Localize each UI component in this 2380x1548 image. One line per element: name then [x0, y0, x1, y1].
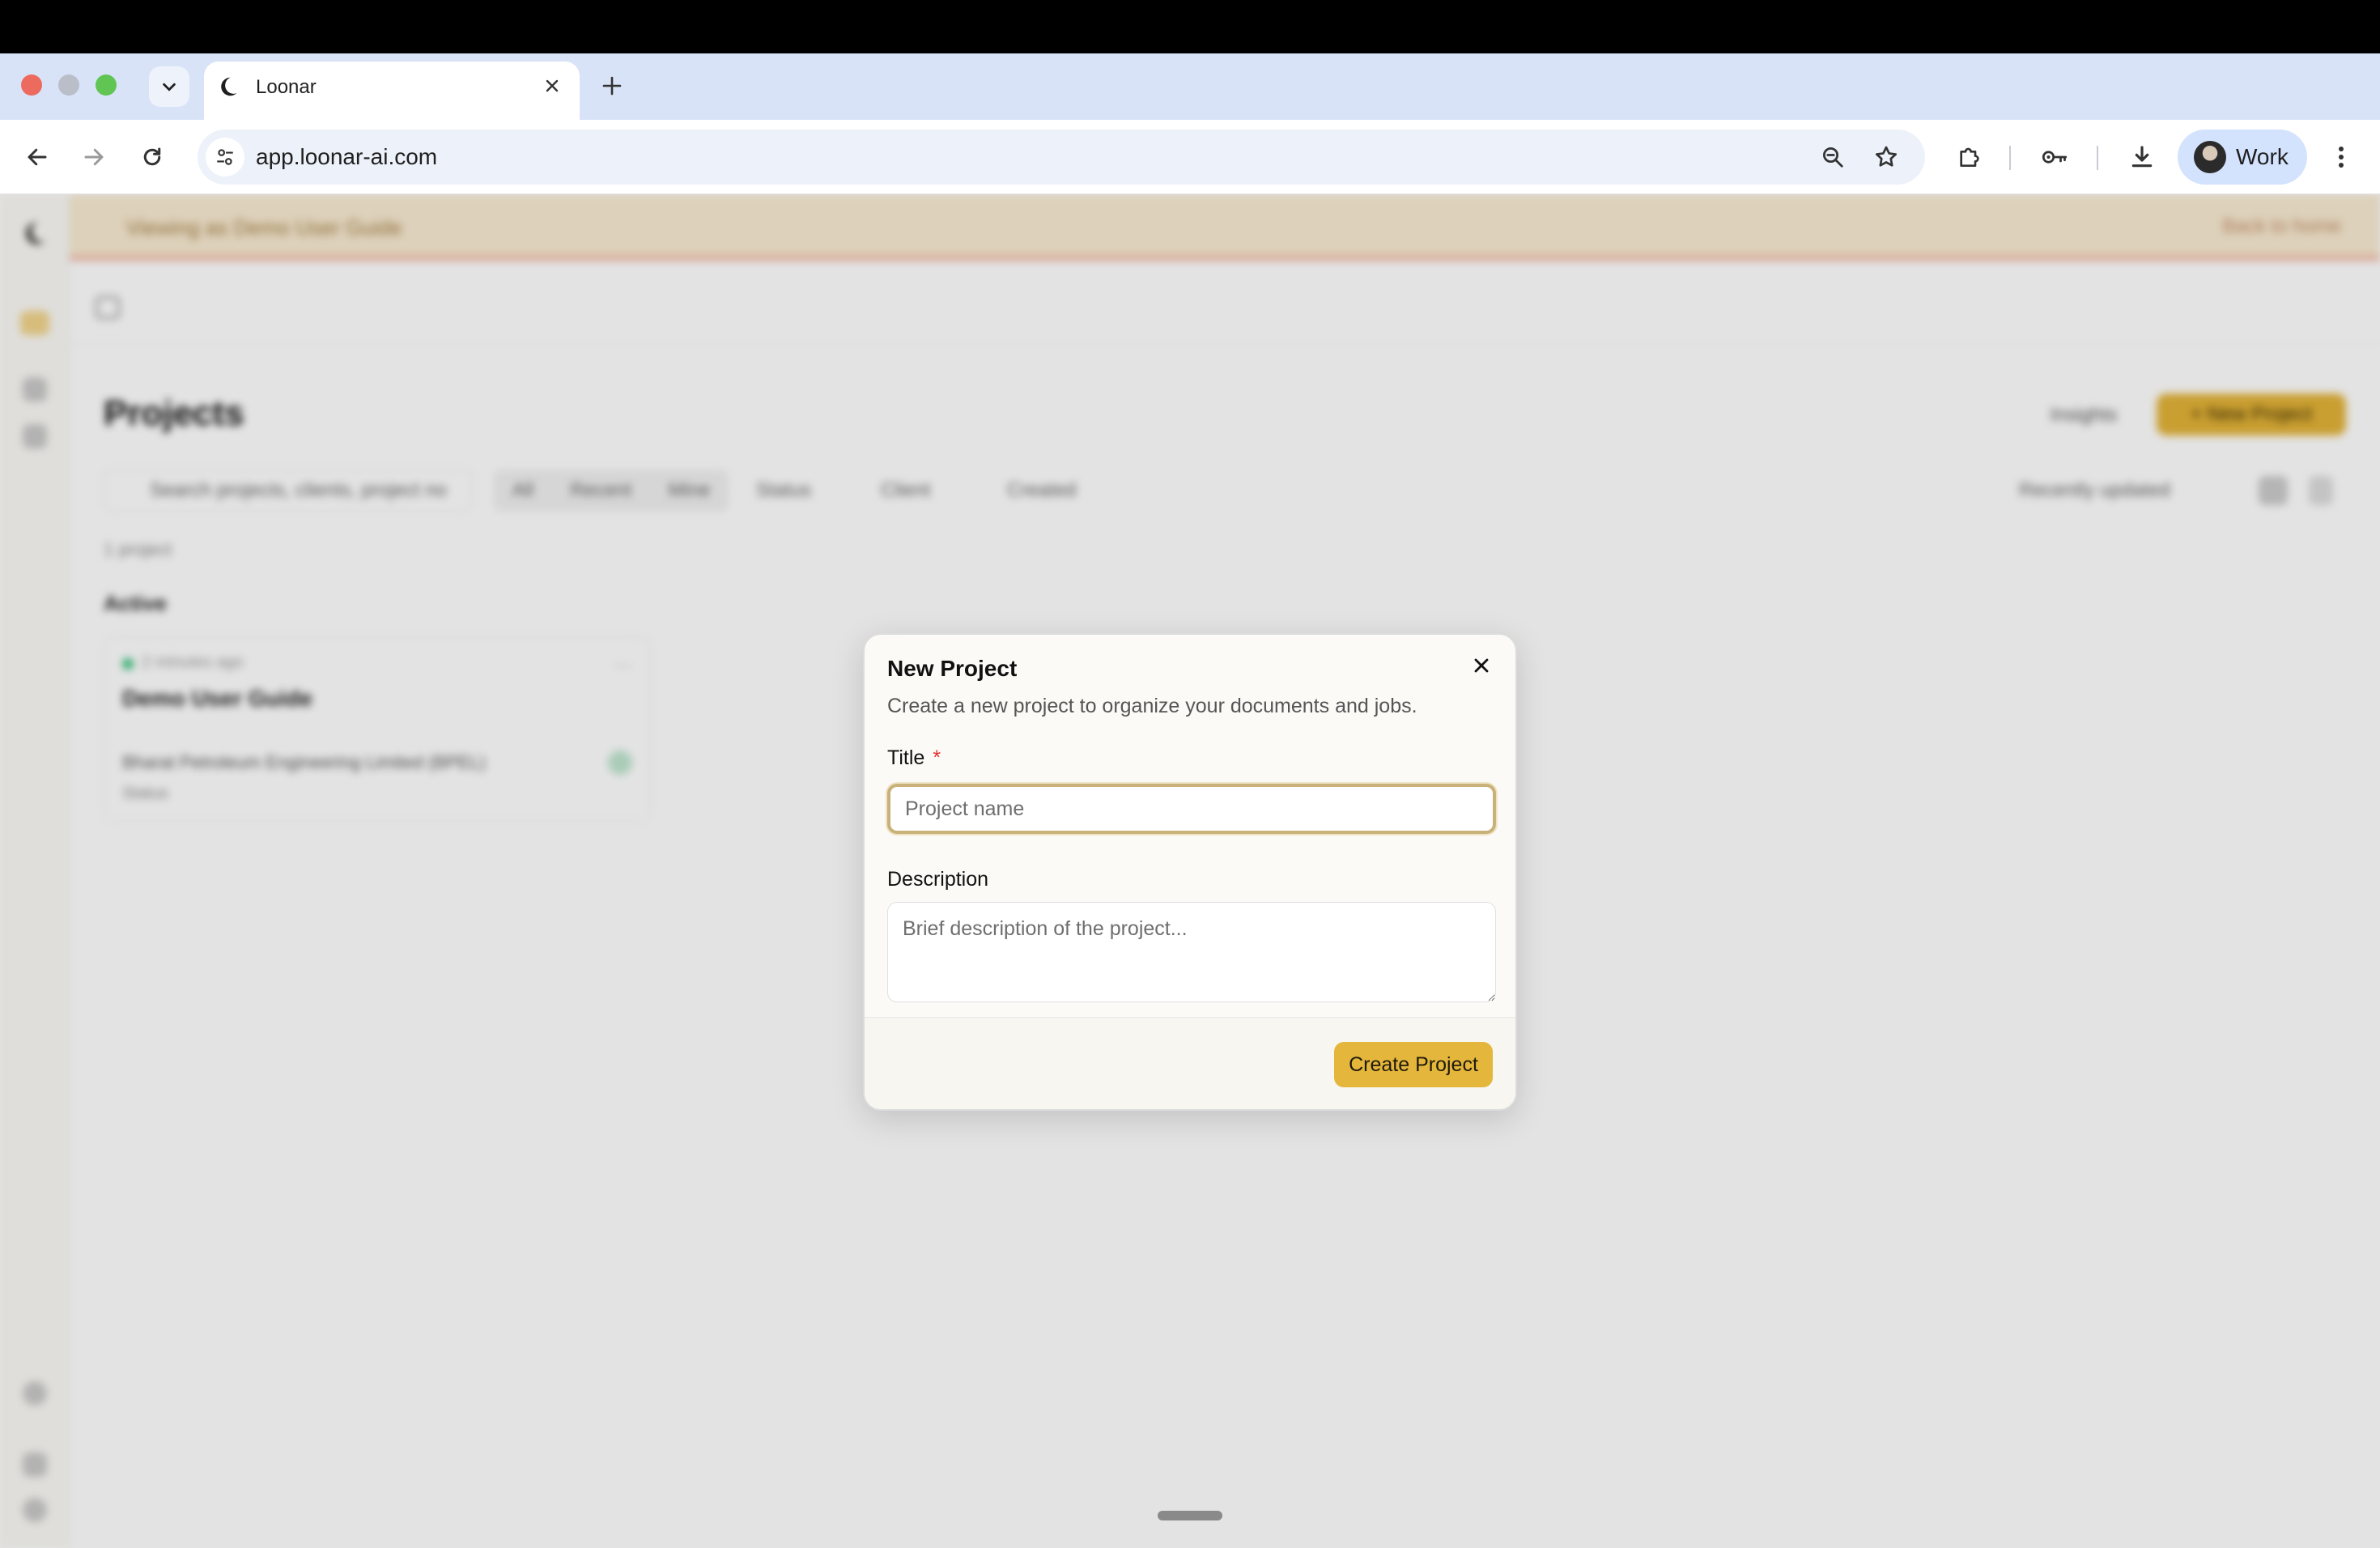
create-project-button[interactable]: Create Project: [1334, 1042, 1493, 1087]
more-vertical-icon: [2339, 147, 2344, 168]
browser-menu-button[interactable]: [2322, 138, 2361, 176]
star-icon: [1875, 146, 1898, 167]
forward-button[interactable]: [74, 138, 113, 176]
arrow-left-icon: [28, 148, 47, 166]
plus-icon: [602, 76, 622, 96]
title-field-label: Title *: [887, 746, 941, 770]
new-project-dialog: New Project Create a new project to orga…: [863, 633, 1517, 1111]
toolbar-divider: [2097, 146, 2098, 170]
extensions-button[interactable]: [1949, 138, 1988, 176]
dialog-description: Create a new project to organize your do…: [887, 695, 1417, 717]
new-tab-button[interactable]: [596, 70, 628, 102]
dialog-title: New Project: [887, 656, 1018, 681]
zoom-button[interactable]: [1813, 138, 1852, 176]
required-mark: *: [933, 746, 941, 769]
project-description-input[interactable]: [887, 902, 1496, 1002]
tune-icon: [217, 149, 233, 165]
close-icon[interactable]: [1467, 651, 1496, 680]
tab-search-button[interactable]: [149, 66, 189, 107]
url-text[interactable]: app.loonar-ai.com: [256, 144, 437, 170]
window-maximize-button[interactable]: [96, 74, 117, 96]
title-label-text: Title: [887, 746, 925, 769]
window-close-button[interactable]: [21, 74, 42, 96]
arrow-right-icon: [84, 148, 104, 166]
tab-title: Loonar: [256, 76, 317, 98]
chevron-down-icon: [163, 83, 176, 91]
back-button[interactable]: [18, 138, 57, 176]
home-indicator: [1158, 1511, 1222, 1520]
avatar: [2194, 141, 2226, 173]
key-icon: [2042, 151, 2068, 164]
download-icon: [2131, 146, 2153, 168]
project-title-input[interactable]: [887, 784, 1496, 834]
dialog-footer: Create Project: [865, 1017, 1515, 1109]
app-viewport: Viewing as Demo User Guide Back to home …: [0, 194, 2380, 1548]
profile-name: Work: [2236, 144, 2289, 169]
bookmark-button[interactable]: [1867, 138, 1906, 176]
tab-close-icon[interactable]: [541, 74, 563, 97]
puzzle-icon: [1960, 147, 1979, 167]
reload-button[interactable]: [133, 138, 172, 176]
screen-top-bar: [0, 0, 2380, 53]
window-minimize-button[interactable]: [58, 74, 79, 96]
downloads-button[interactable]: [2123, 138, 2161, 176]
toolbar-divider: [2009, 146, 2011, 170]
site-info-button[interactable]: [206, 138, 244, 176]
reload-icon: [143, 147, 161, 166]
password-manager-button[interactable]: [2035, 138, 2074, 176]
description-field-label: Description: [887, 868, 989, 891]
moon-icon: [221, 77, 237, 96]
address-bar[interactable]: [198, 130, 1925, 185]
zoom-out-icon: [1823, 147, 1843, 168]
